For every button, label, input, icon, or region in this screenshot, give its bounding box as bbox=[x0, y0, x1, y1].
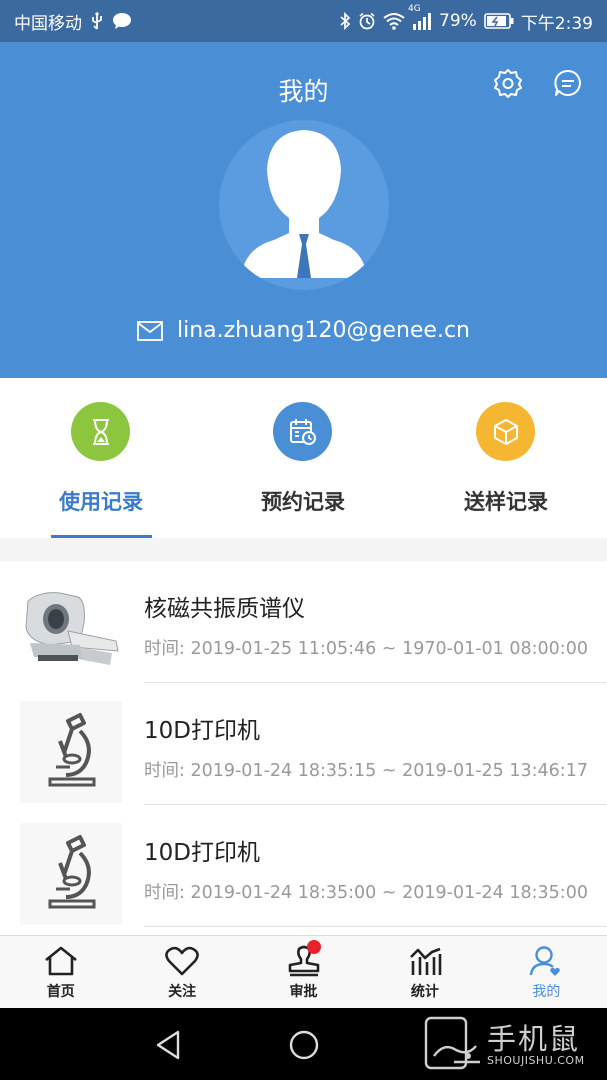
hourglass-icon bbox=[92, 418, 109, 445]
tab-icon-circle bbox=[476, 402, 535, 461]
record-time: 时间: 2019-01-25 11:05:46 ~ 1970-01-01 08:… bbox=[144, 639, 588, 659]
message-icon bbox=[554, 69, 581, 96]
calendar-clock-icon bbox=[289, 418, 316, 445]
ct-scanner-image bbox=[20, 579, 122, 681]
nav-follow[interactable]: 关注 bbox=[121, 936, 242, 1008]
microscope-icon bbox=[48, 835, 96, 909]
tab-reservation-records[interactable]: 预约记录 bbox=[202, 378, 404, 538]
chart-icon bbox=[410, 947, 442, 975]
home-icon bbox=[44, 946, 77, 976]
bottom-nav: 首页 关注 审批 统计 我的 bbox=[0, 935, 607, 1008]
record-name: 10D打印机 bbox=[144, 840, 260, 866]
status-bar: 中国移动 4G 79% 下午2:39 bbox=[0, 0, 607, 42]
watermark: 手机鼠 SHOUJISHU.COM bbox=[424, 1014, 604, 1074]
tab-label: 预约记录 bbox=[261, 490, 345, 514]
clock-time: 下午2:39 bbox=[520, 13, 593, 34]
user-silhouette-icon bbox=[241, 130, 367, 278]
list-item[interactable]: 10D打印机 时间: 2019-01-24 18:35:00 ~ 2019-01… bbox=[0, 805, 607, 927]
tab-icon-circle bbox=[71, 402, 130, 461]
mail-icon bbox=[137, 320, 163, 341]
profile-header: 我的 lina.zhuang120@genee.cn bbox=[0, 42, 607, 378]
email-row: lina.zhuang120@genee.cn bbox=[0, 318, 607, 343]
network-label: 4G bbox=[408, 4, 421, 14]
nav-home[interactable]: 首页 bbox=[0, 936, 121, 1008]
usb-icon bbox=[90, 12, 104, 30]
alarm-icon bbox=[358, 12, 376, 30]
system-nav-bar: 手机鼠 SHOUJISHU.COM bbox=[0, 1008, 607, 1080]
watermark-text: 手机鼠 bbox=[487, 1022, 581, 1056]
tab-icon-circle bbox=[273, 402, 332, 461]
avatar[interactable] bbox=[219, 120, 389, 290]
nav-label: 我的 bbox=[532, 984, 561, 1000]
record-name: 核磁共振质谱仪 bbox=[144, 596, 305, 622]
nav-label: 统计 bbox=[410, 984, 439, 1000]
record-tabs: 使用记录 预约记录 送样记录 bbox=[0, 378, 607, 538]
nav-approval[interactable]: 审批 bbox=[243, 936, 364, 1008]
battery-icon bbox=[484, 13, 514, 29]
microscope-placeholder bbox=[20, 701, 122, 803]
nav-label: 首页 bbox=[46, 984, 75, 1000]
wifi-icon bbox=[383, 12, 405, 30]
tab-label: 使用记录 bbox=[59, 490, 143, 514]
record-time: 时间: 2019-01-24 18:35:00 ~ 2019-01-24 18:… bbox=[144, 883, 588, 903]
tab-label: 送样记录 bbox=[464, 490, 548, 514]
home-button[interactable] bbox=[287, 1028, 321, 1062]
notification-badge bbox=[306, 940, 321, 954]
watermark-logo-icon bbox=[424, 1016, 480, 1070]
back-button[interactable] bbox=[152, 1028, 186, 1062]
microscope-placeholder bbox=[20, 823, 122, 925]
chat-bubble-icon bbox=[112, 12, 132, 30]
tab-sample-records[interactable]: 送样记录 bbox=[405, 378, 607, 538]
message-button[interactable] bbox=[551, 66, 585, 100]
bluetooth-icon bbox=[339, 12, 351, 30]
heart-icon bbox=[165, 946, 199, 976]
signal-icon: 4G bbox=[408, 4, 432, 30]
nav-statistics[interactable]: 统计 bbox=[364, 936, 485, 1008]
list-item[interactable]: 核磁共振质谱仪 时间: 2019-01-25 11:05:46 ~ 1970-0… bbox=[0, 561, 607, 683]
back-triangle-icon bbox=[156, 1030, 180, 1060]
nav-mine[interactable]: 我的 bbox=[486, 936, 607, 1008]
carrier-label: 中国移动 bbox=[14, 13, 82, 34]
settings-button[interactable] bbox=[491, 66, 525, 100]
nav-label: 关注 bbox=[168, 984, 197, 1000]
user-icon bbox=[530, 946, 561, 976]
record-time: 时间: 2019-01-24 18:35:15 ~ 2019-01-25 13:… bbox=[144, 761, 588, 781]
watermark-subtext: SHOUJISHU.COM bbox=[487, 1054, 585, 1067]
section-divider bbox=[0, 538, 607, 561]
list-item[interactable]: 10D打印机 时间: 2019-01-24 18:35:15 ~ 2019-01… bbox=[0, 683, 607, 805]
record-name: 10D打印机 bbox=[144, 718, 260, 744]
battery-percent: 79% bbox=[439, 11, 477, 31]
row-divider bbox=[144, 926, 607, 927]
settings-icon bbox=[494, 69, 522, 98]
nav-label: 审批 bbox=[289, 984, 318, 1000]
home-circle-icon bbox=[289, 1030, 319, 1060]
tab-usage-records[interactable]: 使用记录 bbox=[0, 378, 202, 538]
microscope-icon bbox=[48, 713, 96, 787]
email-text: lina.zhuang120@genee.cn bbox=[176, 318, 470, 343]
record-list: 核磁共振质谱仪 时间: 2019-01-25 11:05:46 ~ 1970-0… bbox=[0, 561, 607, 927]
cube-icon bbox=[493, 418, 518, 445]
